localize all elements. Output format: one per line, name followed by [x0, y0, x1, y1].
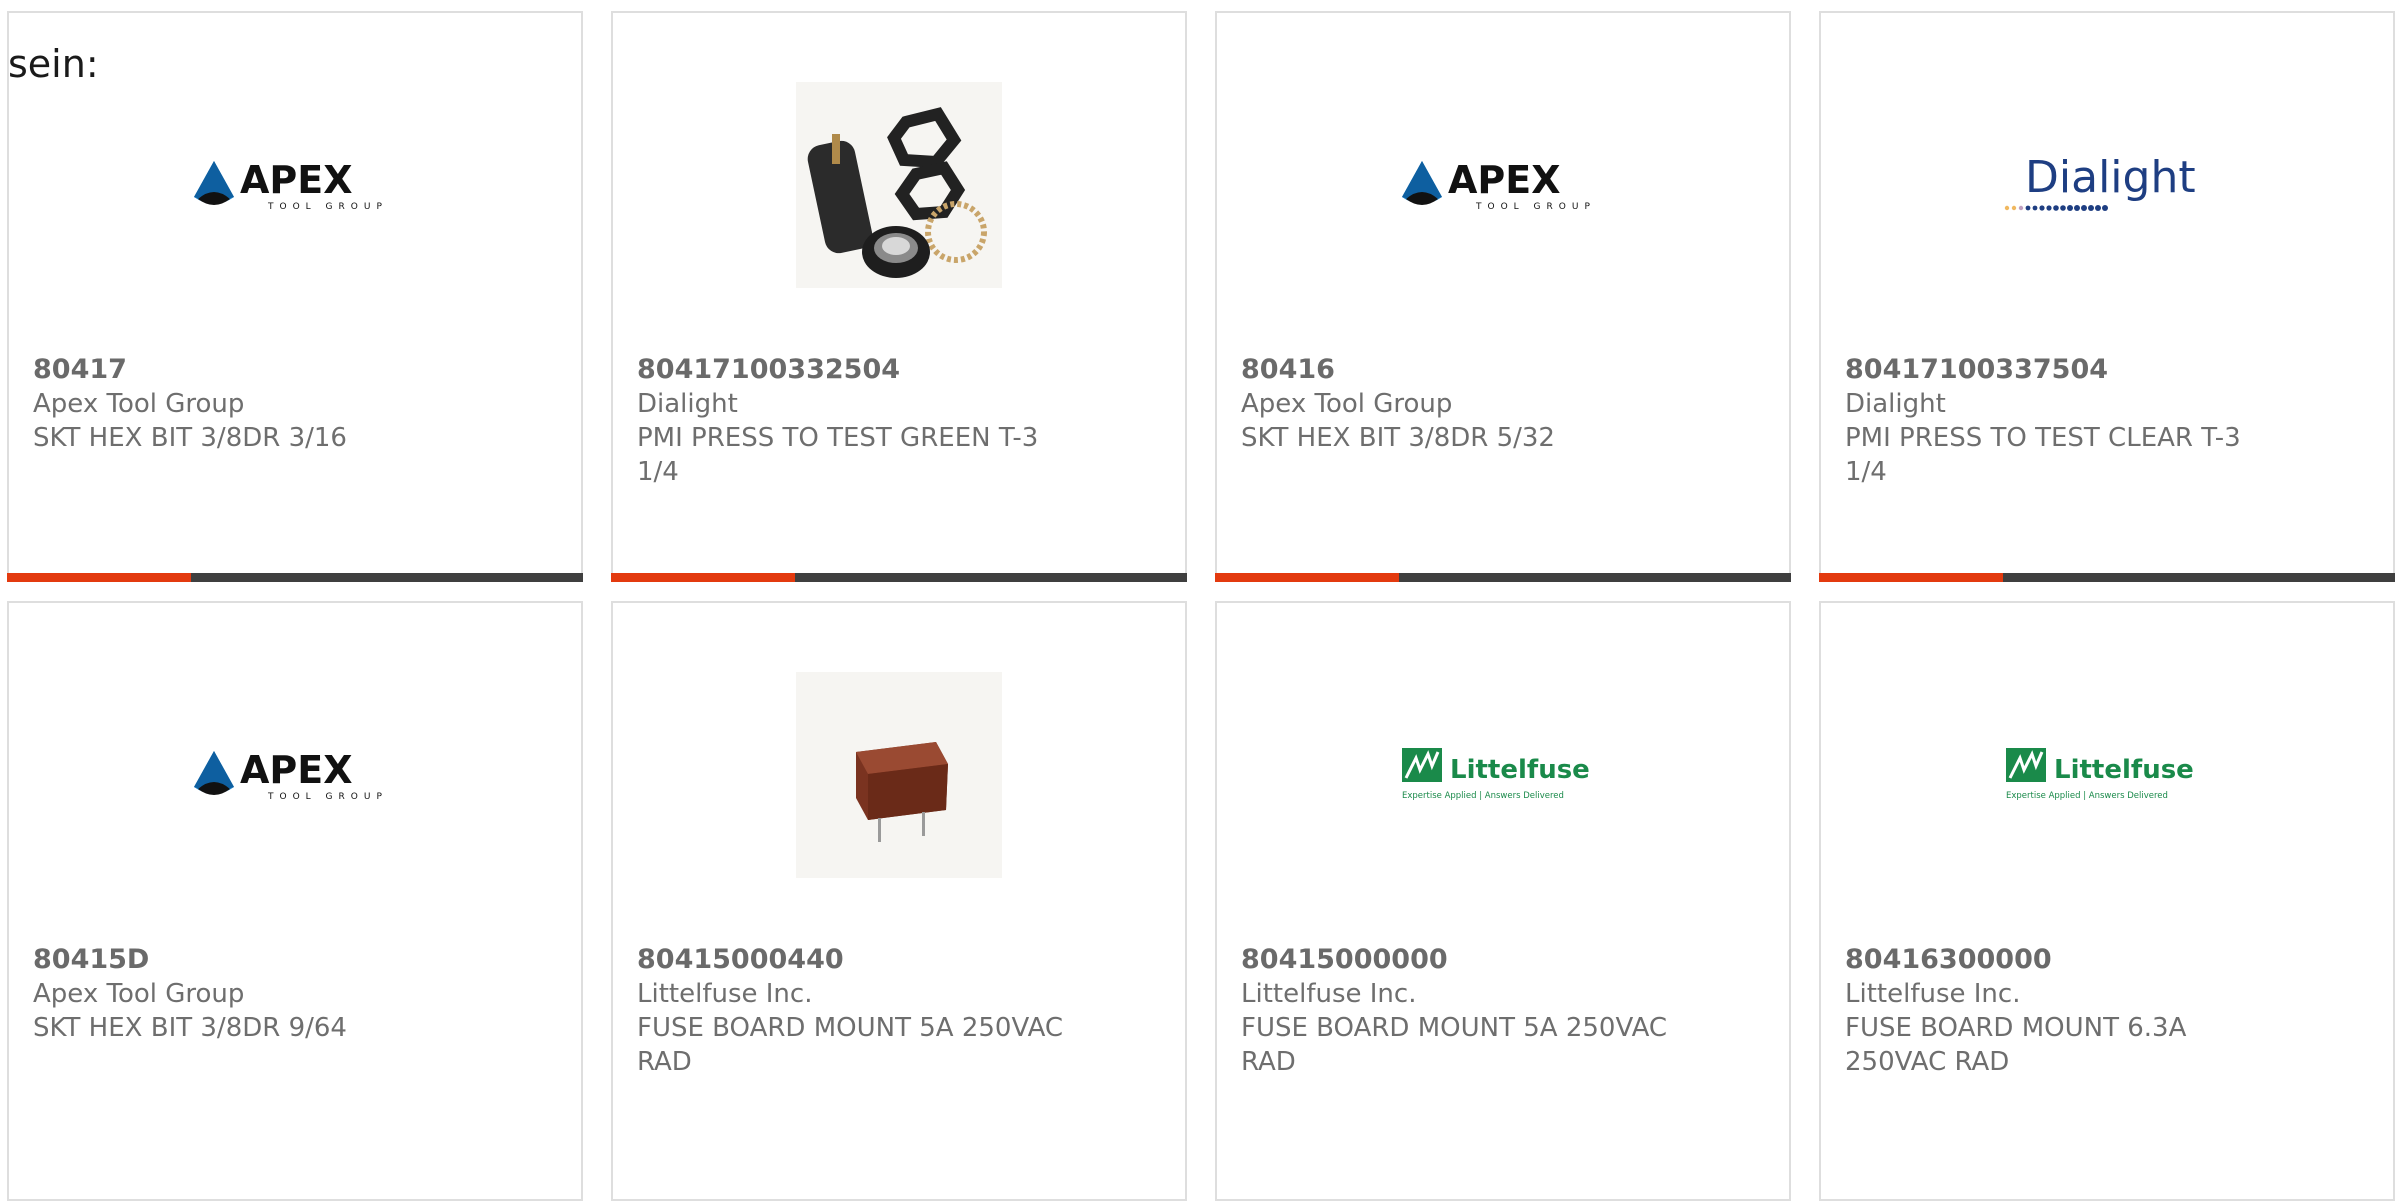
part-number: 80417	[33, 354, 127, 385]
svg-text:Expertise Applied | Answers De: Expertise Applied | Answers Delivered	[1402, 791, 1564, 801]
product-image	[613, 82, 1185, 288]
fuse-photo	[796, 672, 1002, 878]
svg-text:Dialight: Dialight	[2025, 152, 2196, 203]
part-number: 80415000000	[1241, 944, 1448, 975]
apex-tool-group-logo: APEX TOOL GROUP	[194, 158, 388, 212]
svg-text:TOOL GROUP: TOOL GROUP	[1475, 202, 1596, 212]
manufacturer: Littelfuse Inc.	[1241, 979, 1417, 1009]
product-description: FUSE BOARD MOUNT 5A 250VAC RAD	[637, 1013, 1064, 1077]
product-image: APEX TOOL GROUP	[9, 672, 581, 878]
littelfuse-logo: Littelfuse Expertise Applied | Answers D…	[1402, 748, 1590, 801]
product-card[interactable]: APEX TOOL GROUP 80415D Apex Tool Group S…	[7, 601, 583, 1201]
part-number: 80417100337504	[1845, 354, 2109, 385]
manufacturer: Apex Tool Group	[33, 389, 245, 419]
apex-tool-group-logo: APEX TOOL GROUP	[1402, 158, 1596, 212]
manufacturer: Dialight	[1845, 389, 1946, 419]
svg-text:Expertise Applied | Answers De: Expertise Applied | Answers Delivered	[2006, 791, 2168, 801]
card-footer-bar	[1215, 573, 1791, 582]
product-card[interactable]: APEX TOOL GROUP 80417 Apex Tool Group SK…	[7, 11, 583, 582]
product-description: PMI PRESS TO TEST CLEAR T-3 1/4	[1845, 423, 2241, 487]
press-to-test-lamp-photo	[796, 82, 1002, 288]
svg-text:APEX: APEX	[240, 748, 353, 792]
littelfuse-logo: Littelfuse Expertise Applied | Answers D…	[2006, 748, 2194, 801]
product-card[interactable]: Littelfuse Expertise Applied | Answers D…	[1215, 601, 1791, 1201]
product-image: Dialight	[1821, 82, 2393, 288]
product-image	[613, 672, 1185, 878]
product-card[interactable]: APEX TOOL GROUP 80416 Apex Tool Group SK…	[1215, 11, 1791, 582]
card-footer-bar	[7, 573, 583, 582]
part-number: 80415D	[33, 944, 150, 975]
product-image: APEX TOOL GROUP	[1217, 82, 1789, 288]
product-card[interactable]: 80417100332504 Dialight PMI PRESS TO TES…	[611, 11, 1187, 582]
part-number: 80416300000	[1845, 944, 2052, 975]
manufacturer: Dialight	[637, 389, 738, 419]
product-description: PMI PRESS TO TEST GREEN T-3 1/4	[637, 423, 1039, 487]
product-image: Littelfuse Expertise Applied | Answers D…	[1217, 672, 1789, 878]
dialight-logo: Dialight	[2004, 152, 2196, 211]
product-description: SKT HEX BIT 3/8DR 5/32	[1241, 423, 1555, 453]
product-grid: APEX TOOL GROUP 80417 Apex Tool Group SK…	[0, 0, 2400, 1201]
product-description: FUSE BOARD MOUNT 6.3A 250VAC RAD	[1845, 1013, 2187, 1077]
manufacturer: Apex Tool Group	[1241, 389, 1453, 419]
product-card[interactable]: 80415000440 Littelfuse Inc. FUSE BOARD M…	[611, 601, 1187, 1201]
product-description: FUSE BOARD MOUNT 5A 250VAC RAD	[1241, 1013, 1668, 1077]
part-number: 80416	[1241, 354, 1335, 385]
svg-text:Littelfuse: Littelfuse	[2054, 755, 2194, 785]
product-image: Littelfuse Expertise Applied | Answers D…	[1821, 672, 2393, 878]
product-card[interactable]: Dialight 80417100337504 Dialight PMI PRE…	[1819, 11, 2395, 582]
svg-text:APEX: APEX	[1448, 158, 1561, 202]
svg-text:TOOL GROUP: TOOL GROUP	[267, 792, 388, 802]
part-number: 80415000440	[637, 944, 844, 975]
manufacturer: Littelfuse Inc.	[1845, 979, 2021, 1009]
svg-text:APEX: APEX	[240, 158, 353, 202]
product-description: SKT HEX BIT 3/8DR 3/16	[33, 423, 347, 453]
manufacturer: Apex Tool Group	[33, 979, 245, 1009]
apex-tool-group-logo: APEX TOOL GROUP	[194, 748, 388, 802]
intro-text: sein:	[8, 42, 99, 86]
card-footer-bar	[1819, 573, 2395, 582]
product-card[interactable]: Littelfuse Expertise Applied | Answers D…	[1819, 601, 2395, 1201]
part-number: 80417100332504	[637, 354, 901, 385]
svg-text:TOOL GROUP: TOOL GROUP	[267, 202, 388, 212]
product-image: APEX TOOL GROUP	[9, 82, 581, 288]
product-description: SKT HEX BIT 3/8DR 9/64	[33, 1013, 347, 1043]
manufacturer: Littelfuse Inc.	[637, 979, 813, 1009]
svg-text:Littelfuse: Littelfuse	[1450, 755, 1590, 785]
card-footer-bar	[611, 573, 1187, 582]
